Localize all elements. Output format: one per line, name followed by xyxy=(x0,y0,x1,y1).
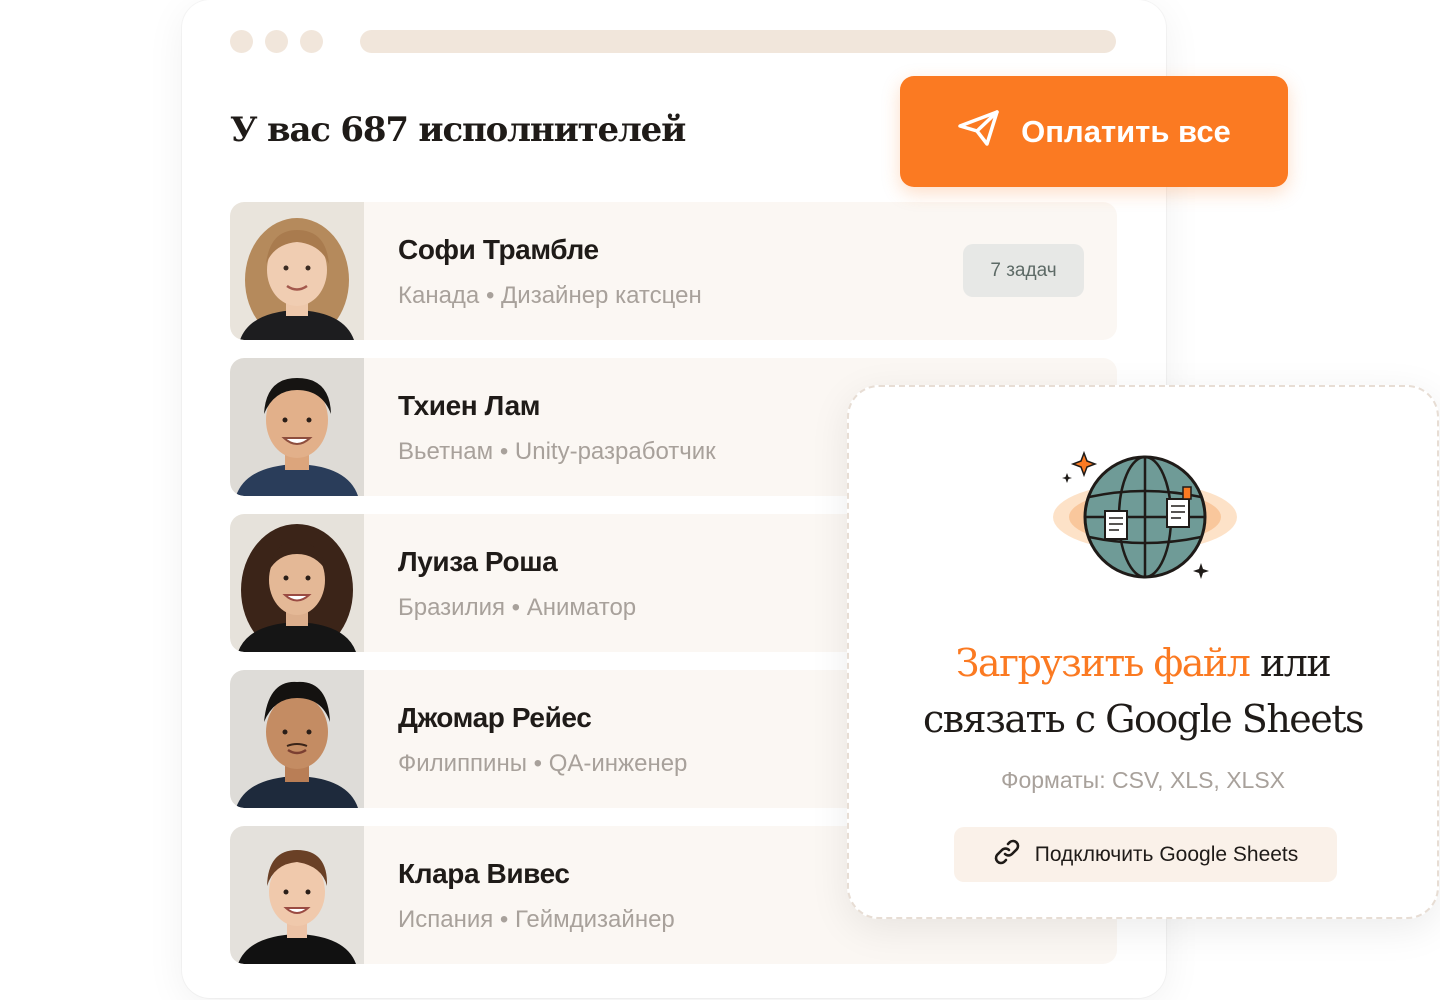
contractor-country: Филиппины xyxy=(398,750,527,777)
contractor-name: Клара Вивес xyxy=(398,858,570,889)
task-count-badge[interactable]: 7 задач xyxy=(963,244,1084,297)
globe-with-documents-icon xyxy=(1049,445,1241,585)
contractor-name: Луиза Роша xyxy=(398,546,558,577)
avatar xyxy=(230,826,364,964)
file-upload-dropzone[interactable]: Загрузить файл или связать с Google Shee… xyxy=(847,385,1439,919)
window-dot[interactable] xyxy=(265,30,288,53)
window-controls xyxy=(230,30,323,53)
pay-all-button[interactable]: Оплатить все xyxy=(900,76,1288,187)
contractor-meta: Вьетнам • Unity-разработчик xyxy=(398,438,716,466)
contractor-meta: Бразилия • Аниматор xyxy=(398,594,636,622)
supported-formats: Форматы: CSV, XLS, XLSX xyxy=(1000,767,1286,793)
connect-google-sheets-button[interactable]: Подключить Google Sheets xyxy=(954,827,1337,882)
meta-separator: • xyxy=(499,438,509,465)
contractor-country: Испания xyxy=(398,906,494,933)
meta-separator: • xyxy=(499,906,509,933)
page-title: У вас 687 исполнителей xyxy=(230,110,686,150)
contractor-role: Аниматор xyxy=(526,594,637,621)
upload-file-link[interactable]: Загрузить файл xyxy=(956,641,1251,685)
upload-title: Загрузить файл или связать с Google Shee… xyxy=(849,635,1437,747)
avatar xyxy=(230,358,364,496)
pay-all-label: Оплатить все xyxy=(1021,113,1231,149)
stage: У вас 687 исполнителей Софи Трамбле Кана… xyxy=(0,0,1440,1000)
contractor-role: QA-инженер xyxy=(548,750,688,777)
meta-separator: • xyxy=(485,282,495,309)
upload-title-rest: или xyxy=(1249,641,1332,685)
avatar xyxy=(230,670,364,808)
meta-separator: • xyxy=(533,750,543,777)
contractor-country: Канада xyxy=(398,282,480,309)
contractor-name: Тхиен Лам xyxy=(398,390,541,421)
avatar xyxy=(230,514,364,652)
avatar xyxy=(230,202,364,340)
contractor-name: Софи Трамбле xyxy=(398,234,599,265)
upload-title-line2: связать с Google Sheets xyxy=(922,697,1365,741)
contractor-country: Бразилия xyxy=(398,594,505,621)
meta-separator: • xyxy=(511,594,521,621)
contractor-meta: Канада • Дизайнер катсцен xyxy=(398,282,702,310)
contractor-role: Unity-разработчик xyxy=(514,438,716,465)
contractor-meta: Филиппины • QA-инженер xyxy=(398,750,687,778)
link-icon xyxy=(993,838,1021,872)
paper-plane-icon xyxy=(957,109,1001,155)
contractor-role: Дизайнер катсцен xyxy=(501,282,702,309)
contractor-name: Джомар Рейес xyxy=(398,702,592,733)
window-dot[interactable] xyxy=(300,30,323,53)
contractor-meta: Испания • Геймдизайнер xyxy=(398,906,675,934)
connect-google-sheets-label: Подключить Google Sheets xyxy=(1034,842,1299,866)
contractor-country: Вьетнам xyxy=(398,438,494,465)
window-dot[interactable] xyxy=(230,30,253,53)
address-bar[interactable] xyxy=(360,30,1116,53)
contractor-row[interactable]: Софи Трамбле Канада • Дизайнер катсцен 7… xyxy=(230,202,1117,340)
contractor-role: Геймдизайнер xyxy=(515,906,675,933)
